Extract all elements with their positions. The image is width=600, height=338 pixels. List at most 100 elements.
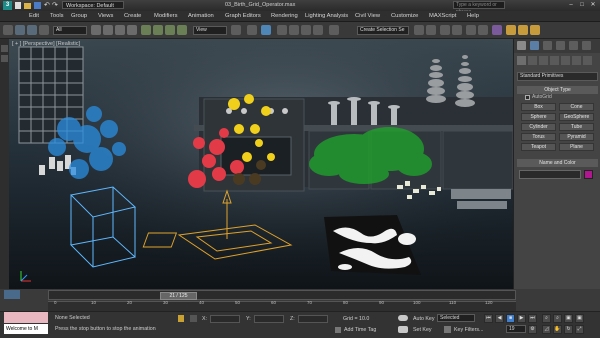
- box-button[interactable]: Box: [521, 103, 556, 111]
- select-object-icon[interactable]: [91, 25, 101, 35]
- maxscript-listener[interactable]: Welcome to M: [4, 324, 48, 334]
- systems-icon[interactable]: [583, 56, 592, 65]
- current-frame-field[interactable]: 19: [506, 325, 526, 333]
- lock-selection-icon[interactable]: [178, 315, 184, 322]
- pyramid-button[interactable]: Pyramid: [559, 133, 594, 141]
- object-name-field[interactable]: [519, 170, 581, 179]
- rendered-frame-window-icon[interactable]: [518, 25, 528, 35]
- menu-views[interactable]: Views: [98, 11, 113, 22]
- perspective-viewport[interactable]: [ + ] [Perspective] [Realistic]: [9, 39, 513, 289]
- viewport-label[interactable]: [ + ] [Perspective] [Realistic]: [12, 41, 80, 47]
- modify-tab-icon[interactable]: [530, 41, 539, 50]
- menu-customize[interactable]: Customize: [391, 11, 418, 22]
- key-mode-dropdown[interactable]: Selected: [437, 314, 475, 322]
- select-move-icon[interactable]: [141, 25, 151, 35]
- add-time-tag[interactable]: Add Time Tag: [344, 327, 376, 333]
- menu-maxscript[interactable]: MAXScript: [429, 11, 456, 22]
- cylinder-button[interactable]: Cylinder: [521, 123, 556, 131]
- pan-view-icon[interactable]: ✋: [553, 325, 562, 334]
- menu-tools[interactable]: Tools: [50, 11, 64, 22]
- zoom-extents-all-icon[interactable]: ▣: [575, 314, 584, 323]
- ribbon-toggle-icon[interactable]: [452, 25, 462, 35]
- scene-explorer-icon[interactable]: [1, 45, 8, 52]
- render-setup-icon[interactable]: [506, 25, 516, 35]
- plane-button[interactable]: Plane: [559, 143, 594, 151]
- menu-graph-editors[interactable]: Graph Editors: [225, 11, 261, 22]
- go-to-end-icon[interactable]: ⏭: [528, 314, 537, 323]
- align-icon[interactable]: [426, 25, 436, 35]
- percent-snap-icon[interactable]: [301, 25, 311, 35]
- set-key-icon[interactable]: [398, 326, 408, 333]
- lights-icon[interactable]: [539, 56, 548, 65]
- curve-editor-icon[interactable]: [466, 25, 476, 35]
- menu-civil-view[interactable]: Civil View: [355, 11, 380, 22]
- autogrid-checkbox[interactable]: [525, 95, 530, 100]
- object-type-rollout[interactable]: Object Type: [517, 86, 598, 94]
- select-rotate-icon[interactable]: [153, 25, 163, 35]
- object-color-swatch[interactable]: [584, 170, 593, 179]
- name-and-color-rollout[interactable]: Name and Color: [517, 159, 598, 167]
- bind-space-warp-icon[interactable]: [39, 25, 49, 35]
- minimize-icon[interactable]: –: [566, 1, 576, 9]
- key-filters-button[interactable]: Key Filters...: [454, 327, 483, 333]
- field-of-view-icon[interactable]: ◿: [542, 325, 551, 334]
- create-tab-icon[interactable]: [517, 41, 526, 50]
- select-by-name-icon[interactable]: [103, 25, 113, 35]
- key-icon[interactable]: [398, 315, 408, 321]
- helpers-icon[interactable]: [561, 56, 570, 65]
- time-configuration-icon[interactable]: ⚙: [528, 325, 537, 334]
- window-crossing-icon[interactable]: [127, 25, 137, 35]
- sphere-button[interactable]: Sphere: [521, 113, 556, 121]
- material-editor-icon[interactable]: [492, 25, 502, 35]
- named-selection-dropdown[interactable]: Create Selection Se: [357, 26, 409, 35]
- cone-button[interactable]: Cone: [559, 103, 594, 111]
- utilities-tab-icon[interactable]: [582, 41, 591, 50]
- motion-tab-icon[interactable]: [556, 41, 565, 50]
- close-icon[interactable]: ✕: [588, 1, 598, 9]
- next-frame-icon[interactable]: ▶: [517, 314, 526, 323]
- teapot-button[interactable]: Teapot: [521, 143, 556, 151]
- mirror-icon[interactable]: [414, 25, 424, 35]
- snaps-toggle-icon[interactable]: [277, 25, 287, 35]
- transform-type-in-icon[interactable]: [190, 315, 197, 322]
- reference-coordinate-dropdown[interactable]: View: [193, 26, 227, 35]
- angle-snap-icon[interactable]: [289, 25, 299, 35]
- go-to-start-icon[interactable]: ⏮: [484, 314, 493, 323]
- workspace-selector[interactable]: Workspace: Default: [62, 1, 124, 9]
- hierarchy-tab-icon[interactable]: [543, 41, 552, 50]
- time-slider-thumb[interactable]: 21 / 125: [160, 292, 197, 300]
- new-file-icon[interactable]: [15, 2, 21, 9]
- layer-icon[interactable]: [1, 55, 8, 62]
- menu-create[interactable]: Create: [124, 11, 141, 22]
- render-production-icon[interactable]: [530, 25, 540, 35]
- menu-rendering[interactable]: Rendering: [271, 11, 298, 22]
- link-icon[interactable]: [15, 25, 25, 35]
- primitive-category-dropdown[interactable]: Standard Primitives: [517, 72, 598, 81]
- menu-group[interactable]: Group: [71, 11, 87, 22]
- app-logo-icon[interactable]: 3: [3, 1, 12, 10]
- menu-lighting-analysis[interactable]: Lighting Analysis: [305, 11, 348, 22]
- edit-named-selection-icon[interactable]: [329, 25, 339, 35]
- geometry-icon[interactable]: [517, 56, 526, 65]
- previous-frame-icon[interactable]: ◀: [495, 314, 504, 323]
- zoom-icon[interactable]: ⌕: [542, 314, 551, 323]
- zoom-all-icon[interactable]: ⌕: [553, 314, 562, 323]
- maximize-icon[interactable]: □: [577, 1, 587, 9]
- layer-explorer-icon[interactable]: [440, 25, 450, 35]
- schematic-view-icon[interactable]: [478, 25, 488, 35]
- pivot-center-icon[interactable]: [231, 25, 241, 35]
- keyboard-shortcut-icon[interactable]: [261, 25, 271, 35]
- undo-icon[interactable]: ↶: [44, 2, 51, 9]
- unlink-icon[interactable]: [27, 25, 37, 35]
- placement-icon[interactable]: [177, 25, 187, 35]
- menu-animation[interactable]: Animation: [188, 11, 214, 22]
- menu-edit[interactable]: Edit: [29, 11, 39, 22]
- menu-modifiers[interactable]: Modifiers: [154, 11, 178, 22]
- maximize-viewport-icon[interactable]: ⤢: [575, 325, 584, 334]
- zoom-extents-icon[interactable]: ▣: [564, 314, 573, 323]
- rectangular-selection-icon[interactable]: [115, 25, 125, 35]
- time-slider-track[interactable]: 21 / 125: [48, 290, 516, 300]
- track-bar[interactable]: [48, 301, 516, 311]
- auto-key-label[interactable]: Auto Key: [413, 316, 435, 322]
- menu-help[interactable]: Help: [467, 11, 479, 22]
